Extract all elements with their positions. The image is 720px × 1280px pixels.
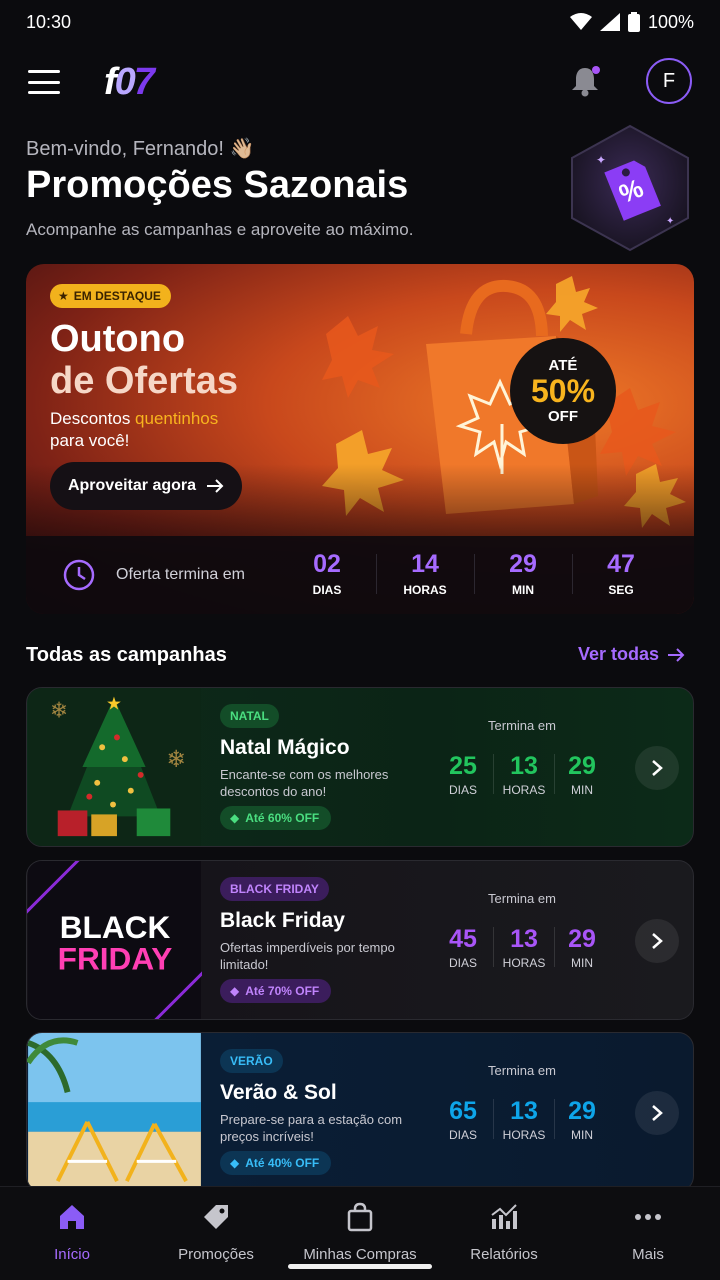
campaign-tag: BLACK FRIDAY (220, 877, 329, 901)
card-countdown-minutes: 29 MIN (568, 1097, 596, 1142)
svg-text:✦: ✦ (596, 153, 606, 167)
svg-text:BLACK: BLACK (60, 909, 171, 945)
discount-tag-icon: % ✦ ✦ (571, 124, 689, 252)
nav-item-relatorios[interactable]: Relatórios (432, 1201, 576, 1263)
shopping-bag-icon (347, 1202, 373, 1232)
battery-level: 100% (647, 11, 694, 32)
campaign-tag: NATAL (220, 704, 279, 728)
tag-icon: ◆ (230, 1156, 240, 1170)
card-countdown-days: 25 DIAS (448, 752, 477, 797)
svg-text:FRIDAY: FRIDAY (58, 941, 173, 977)
more-icon (635, 1214, 661, 1220)
hero-countdown: Oferta termina em 02 DIAS 14 HORAS 29 MIN 4… (26, 536, 694, 614)
discount-badge: ATÉ 50% OFF (510, 338, 616, 444)
wifi-icon (569, 13, 592, 30)
page-title: Promoções Sazonais (26, 164, 409, 206)
arrow-right-icon (668, 647, 685, 662)
svg-text:✦: ✦ (666, 216, 674, 227)
svg-text:★: ★ (106, 694, 122, 714)
card-countdown-days: 45 DIAS (448, 925, 477, 970)
campaign-card-natal[interactable]: ★ ❄ ❄ NATAL Natal Mágico Encante-se com o… (26, 687, 694, 847)
chevron-right-icon (652, 933, 663, 949)
signal-icon (599, 13, 620, 31)
featured-badge: ★ EM DESTAQUE (50, 284, 171, 308)
greeting: Bem-vindo, Fernando! 👋🏼 (26, 138, 255, 160)
chart-icon (491, 1204, 517, 1229)
avatar[interactable]: F (646, 58, 692, 104)
chevron-right-icon (652, 760, 663, 776)
home-icon (60, 1205, 84, 1229)
open-campaign-button[interactable] (635, 1091, 679, 1135)
card-countdown-minutes: 29 MIN (568, 925, 596, 970)
status-icons: 100% (569, 11, 694, 33)
hero-cta-button[interactable]: Aproveitar agora (50, 462, 242, 510)
ends-label: Termina em (488, 718, 556, 733)
countdown-hours: 14 HORAS (403, 550, 447, 597)
hero-title-line1: Outono (50, 318, 186, 360)
campaign-title: Verão & Sol (220, 1081, 337, 1104)
menu-icon[interactable] (28, 70, 60, 94)
open-campaign-button[interactable] (635, 746, 679, 790)
card-countdown-hours: 13 HORAS (502, 752, 546, 797)
nav-item-promocoes[interactable]: Promoções (144, 1201, 288, 1263)
ends-label: Termina em (488, 891, 556, 906)
campaign-description: Encante-se com os melhores descontos do … (220, 767, 389, 799)
campaign-title: Natal Mágico (220, 736, 350, 759)
featured-campaign-banner[interactable]: ★ EM DESTAQUE Outono de Ofertas Desconto… (26, 264, 694, 614)
notification-dot (592, 66, 600, 74)
black-friday-image: BLACK FRIDAY (27, 861, 202, 1019)
campaign-description: Prepare-se para a estação com preços inc… (220, 1112, 403, 1144)
see-all-link[interactable]: Ver todas (578, 644, 685, 665)
card-countdown-days: 65 DIAS (448, 1097, 477, 1142)
countdown-label: Oferta termina em (116, 566, 245, 583)
chevron-right-icon (652, 1105, 663, 1121)
nav-item-minhas-compras[interactable]: Minhas Compras (288, 1201, 432, 1263)
card-countdown-hours: 13 HORAS (502, 925, 546, 970)
campaign-title: Black Friday (220, 909, 345, 932)
campaigns-section-title: Todas as campanhas (26, 644, 227, 666)
app-header: f07 F (0, 56, 720, 108)
ends-label: Termina em (488, 1063, 556, 1078)
clock-icon (63, 559, 95, 591)
countdown-days: 02 DIAS (312, 550, 342, 597)
page-subtitle: Acompanhe as campanhas e aproveite ao má… (26, 220, 414, 239)
tag-icon: ◆ (230, 811, 240, 825)
home-indicator[interactable] (288, 1264, 432, 1269)
svg-text:❄: ❄ (166, 747, 186, 773)
campaign-card-black-friday[interactable]: BLACK FRIDAY BLACK FRIDAY Black Friday O… (26, 860, 694, 1020)
star-icon: ★ (58, 289, 69, 303)
app-logo: f07 (104, 60, 155, 103)
countdown-minutes: 29 MIN (509, 550, 537, 597)
tag-icon (204, 1205, 228, 1229)
open-campaign-button[interactable] (635, 919, 679, 963)
campaign-discount: ◆ Até 70% OFF (220, 979, 332, 1003)
campaign-card-verao[interactable]: VERÃO Verão & Sol Prepare-se para a esta… (26, 1032, 694, 1192)
hero-description: Descontos quentinhos para você! (50, 409, 219, 450)
card-countdown-hours: 13 HORAS (502, 1097, 546, 1142)
arrow-right-icon (207, 479, 224, 493)
christmas-tree-image: ★ ❄ ❄ (28, 688, 201, 846)
campaign-discount: ◆ Até 40% OFF (220, 1151, 332, 1175)
campaign-tag: VERÃO (220, 1049, 283, 1073)
campaign-discount: ◆ Até 60% OFF (220, 806, 332, 830)
nav-item-mais[interactable]: Mais (576, 1201, 720, 1263)
countdown-seconds: 47 SEG (607, 550, 635, 597)
beach-chairs-image (27, 1033, 201, 1191)
svg-text:❄: ❄ (50, 698, 68, 723)
campaign-description: Ofertas imperdíveis por tempo limitado! (220, 940, 395, 972)
nav-item-inicio[interactable]: Início (0, 1201, 144, 1263)
status-time: 10:30 (26, 11, 72, 32)
status-bar: 10:30 100% (0, 0, 720, 44)
notification-bell-icon[interactable] (568, 64, 602, 98)
card-countdown-minutes: 29 MIN (568, 752, 596, 797)
battery-icon (627, 12, 640, 32)
hero-title-line2: de Ofertas (50, 360, 238, 402)
tag-icon: ◆ (230, 984, 240, 998)
